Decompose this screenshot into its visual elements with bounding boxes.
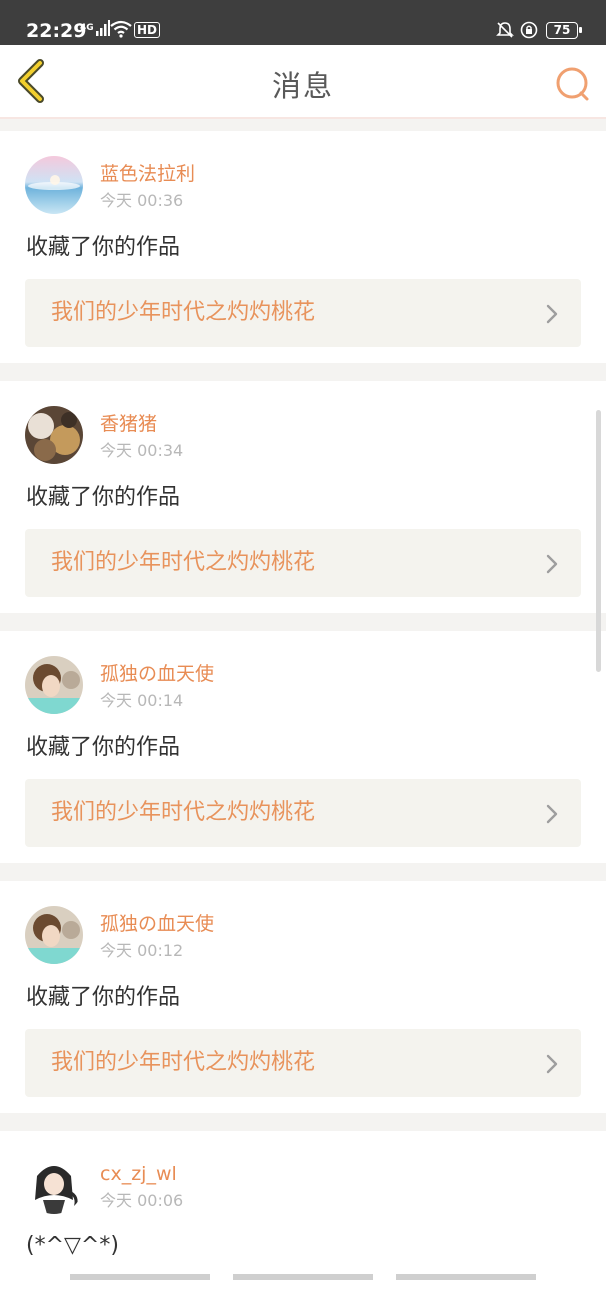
search-icon[interactable] [552, 63, 592, 103]
message-time: 今天 00:14 [100, 691, 184, 710]
wifi-icon [110, 20, 132, 38]
message-card: 孤独の血天使 今天 00:12 收藏了你的作品 我们的少年时代之灼灼桃花 [0, 881, 606, 1113]
work-title: 我们的少年时代之灼灼桃花 [51, 1050, 316, 1075]
avatar[interactable] [25, 156, 83, 214]
signal-icon [96, 20, 110, 36]
battery-indicator: 75 [546, 22, 582, 39]
work-link[interactable]: 我们的少年时代之灼灼桃花 [25, 779, 581, 847]
action-text: 收藏了你的作品 [26, 485, 181, 510]
message-card: 孤独の血天使 今天 00:14 收藏了你的作品 我们的少年时代之灼灼桃花 [0, 631, 606, 863]
username[interactable]: 孤独の血天使 [100, 662, 214, 686]
work-title: 我们的少年时代之灼灼桃花 [51, 550, 316, 575]
username[interactable]: 香猪猪 [100, 412, 157, 436]
chevron-right-icon [546, 804, 558, 824]
status-bar: 22:29 4G HD 75 [0, 0, 606, 45]
action-text: 收藏了你的作品 [26, 235, 181, 260]
header-bar: 消息 [0, 45, 606, 119]
message-time: 今天 00:36 [100, 191, 184, 210]
work-link[interactable]: 我们的少年时代之灼灼桃花 [25, 279, 581, 347]
chevron-right-icon [546, 304, 558, 324]
message-time: 今天 00:34 [100, 441, 184, 460]
action-text: 收藏了你的作品 [26, 985, 181, 1010]
avatar[interactable] [25, 906, 83, 964]
action-text: 收藏了你的作品 [26, 735, 181, 760]
hd-badge: HD [134, 22, 161, 38]
chevron-right-icon [546, 1054, 558, 1074]
work-title: 我们的少年时代之灼灼桃花 [51, 800, 316, 825]
scrollbar[interactable] [596, 410, 601, 672]
username[interactable]: 蓝色法拉利 [100, 162, 195, 186]
bottom-indicator [70, 1274, 536, 1280]
action-text: (*^▽^*) [26, 1233, 119, 1258]
message-time: 今天 00:06 [100, 1191, 184, 1210]
username[interactable]: 孤独の血天使 [100, 912, 214, 936]
chevron-right-icon [546, 554, 558, 574]
network-type: 4G [80, 23, 94, 33]
avatar[interactable] [25, 1156, 83, 1214]
avatar[interactable] [25, 406, 83, 464]
avatar[interactable] [25, 656, 83, 714]
bell-muted-icon [496, 22, 514, 38]
rotation-lock-icon [520, 21, 538, 39]
message-time: 今天 00:12 [100, 941, 184, 960]
username[interactable]: cx_zj_wl [100, 1162, 177, 1186]
message-card: 香猪猪 今天 00:34 收藏了你的作品 我们的少年时代之灼灼桃花 [0, 381, 606, 613]
message-card: 蓝色法拉利 今天 00:36 收藏了你的作品 我们的少年时代之灼灼桃花 [0, 131, 606, 363]
work-title: 我们的少年时代之灼灼桃花 [51, 300, 316, 325]
work-link[interactable]: 我们的少年时代之灼灼桃花 [25, 529, 581, 597]
page-title: 消息 [271, 69, 334, 103]
status-time: 22:29 [26, 20, 87, 42]
work-link[interactable]: 我们的少年时代之灼灼桃花 [25, 1029, 581, 1097]
message-card: cx_zj_wl 今天 00:06 (*^▽^*) [0, 1131, 606, 1291]
